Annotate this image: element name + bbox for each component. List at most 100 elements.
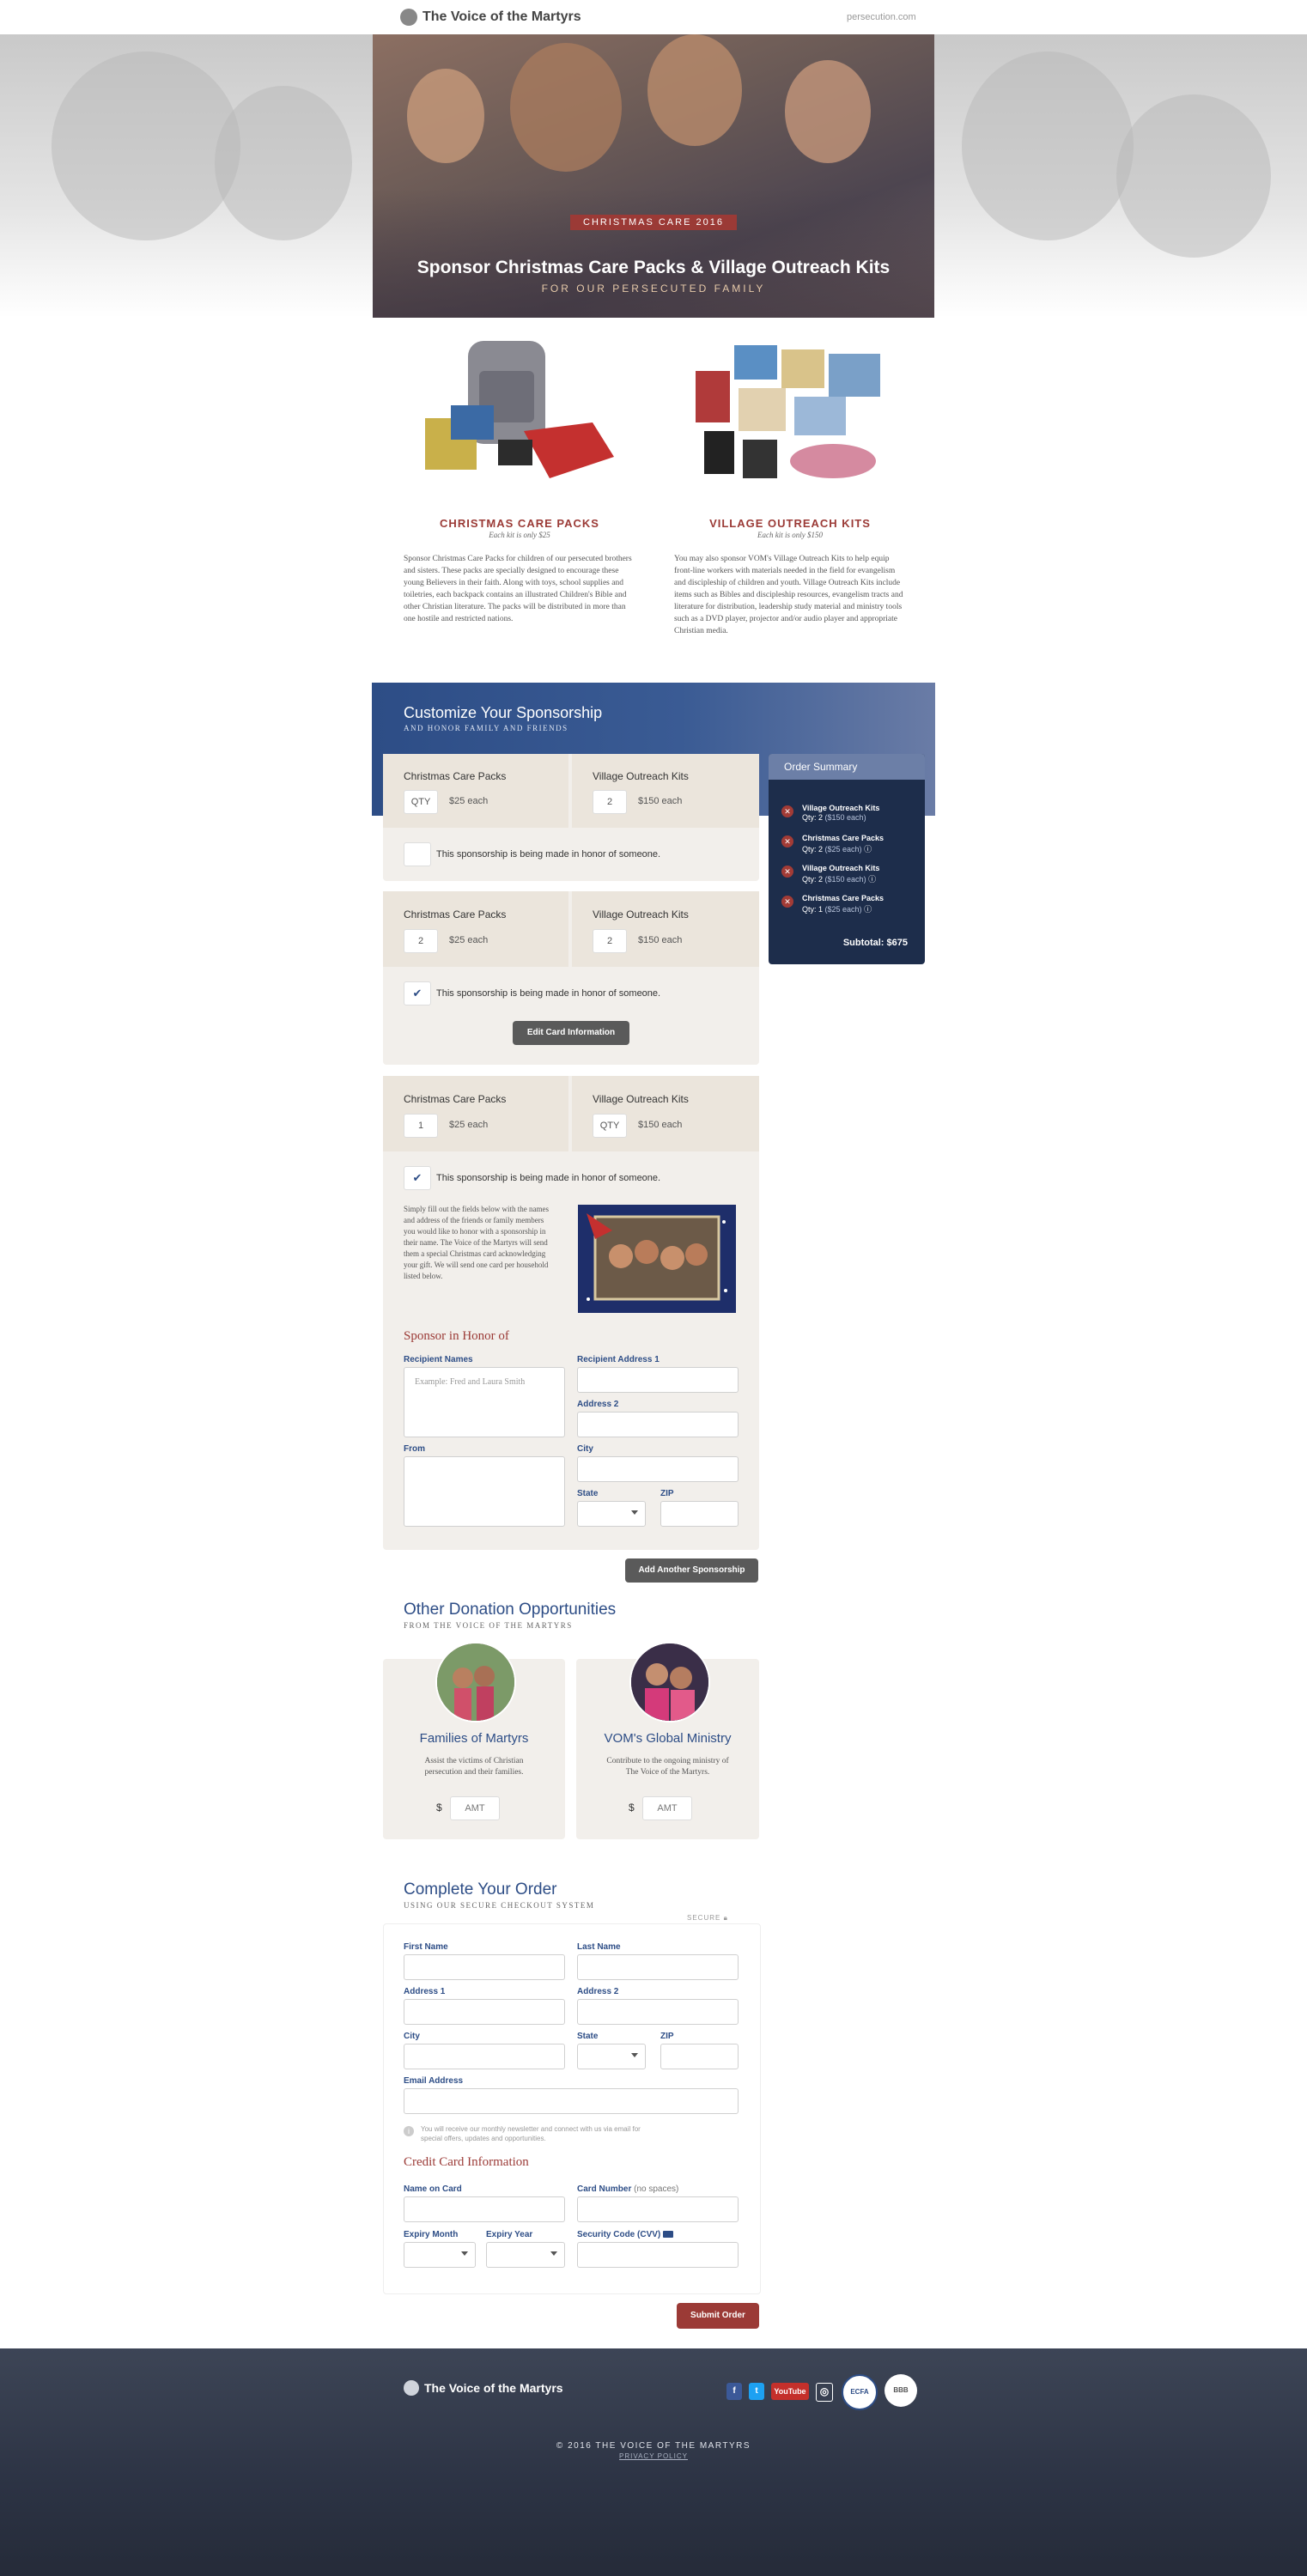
care-pack-label: Christmas Care Packs — [404, 1093, 507, 1105]
email-field[interactable] — [404, 2088, 739, 2114]
submit-order-button[interactable]: Submit Order — [677, 2303, 759, 2329]
outreach-kit-label: Village Outreach Kits — [593, 770, 689, 782]
donation-title-global: VOM's Global Ministry — [604, 1731, 732, 1746]
hero-subtitle: FOR OUR PERSECUTED FAMILY — [541, 283, 766, 295]
edit-card-button[interactable]: Edit Card Information — [513, 1021, 629, 1045]
outreach-kit-label: Village Outreach Kits — [593, 908, 689, 920]
card-number-field[interactable] — [577, 2196, 739, 2222]
address1-field[interactable] — [404, 1999, 565, 2025]
honor-label: This sponsorship is being made in honor … — [436, 988, 661, 999]
state-select[interactable] — [577, 1501, 646, 1527]
address2-field[interactable] — [577, 1412, 739, 1437]
care-pack-label: Christmas Care Packs — [404, 908, 507, 920]
zip-field[interactable] — [660, 1501, 739, 1527]
chevron-down-icon — [461, 2251, 468, 2256]
recipient-address1-field[interactable] — [577, 1367, 739, 1393]
honor-instructions: Simply fill out the fields below with th… — [404, 1205, 549, 1280]
from-field[interactable] — [404, 1456, 565, 1527]
care-pack-qty-input[interactable]: QTY — [404, 790, 438, 814]
state-select[interactable] — [577, 2044, 646, 2069]
address2-field[interactable] — [577, 1999, 739, 2025]
recipient-names-placeholder: Example: Fred and Laura Smith — [415, 1377, 526, 1387]
info-icon: ⓘ — [864, 845, 872, 854]
currency-symbol: $ — [629, 1801, 635, 1814]
last-name-field[interactable] — [577, 1954, 739, 1980]
outreach-kit-each: $150 each — [638, 935, 683, 945]
outreach-kit-each: $150 each — [638, 796, 683, 806]
city-field[interactable] — [404, 2044, 565, 2069]
christmas-card-image — [578, 1205, 736, 1313]
chevron-down-icon — [550, 2251, 557, 2256]
twitter-icon[interactable]: t — [749, 2383, 764, 2400]
honor-checkbox[interactable]: ✔ — [404, 1166, 431, 1190]
card-number-label: Card Number (no spaces) — [577, 2184, 679, 2194]
name-on-card-label: Name on Card — [404, 2184, 462, 2194]
care-pack-qty-input[interactable]: 1 — [404, 1114, 438, 1138]
donation-desc-global: Contribute to the ongoing ministry of Th… — [606, 1757, 729, 1777]
remove-item-icon[interactable]: ✕ — [781, 805, 793, 817]
customize-title: Customize Your Sponsorship — [404, 704, 603, 721]
donations-subtitle: FROM THE VOICE OF THE MARTYRS — [404, 1621, 573, 1630]
remove-item-icon[interactable]: ✕ — [781, 866, 793, 878]
remove-item-icon[interactable]: ✕ — [781, 896, 793, 908]
summary-item-qty: Qty: 1 ($25 each) ⓘ — [802, 905, 872, 914]
donation-desc-families: Assist the victims of Christian persecut… — [424, 1757, 524, 1777]
honor-checkbox[interactable] — [404, 842, 431, 866]
customize-subtitle: AND HONOR FAMILY AND FRIENDS — [404, 724, 568, 732]
honor-checkbox[interactable]: ✔ — [404, 981, 431, 1005]
first-name-field[interactable] — [404, 1954, 565, 1980]
footer — [0, 2348, 1307, 2576]
subtotal: Subtotal: $675 — [842, 938, 908, 948]
families-amount-input[interactable]: AMT — [450, 1796, 500, 1820]
ecfa-badge-icon[interactable]: ECFA — [842, 2374, 878, 2410]
cvv-field[interactable] — [577, 2242, 739, 2268]
outreach-kit-each: $150 each — [638, 1120, 683, 1130]
zip-field[interactable] — [660, 2044, 739, 2069]
site-link[interactable]: persecution.com — [847, 12, 916, 22]
footer-logo[interactable]: The Voice of the Martyrs — [404, 2380, 563, 2396]
facebook-icon[interactable]: f — [726, 2383, 742, 2400]
outreach-kit-qty-input[interactable]: 2 — [593, 790, 627, 814]
expiry-month-select[interactable] — [404, 2242, 476, 2268]
remove-item-icon[interactable]: ✕ — [781, 835, 793, 848]
care-pack-price: Each kit is only $25 — [489, 531, 550, 539]
city-label: City — [404, 2032, 420, 2041]
state-label: State — [577, 2032, 599, 2041]
care-pack-label: Christmas Care Packs — [404, 770, 507, 782]
credit-card-icon — [663, 2231, 674, 2239]
logo-text: The Voice of the Martyrs — [422, 9, 581, 24]
global-ministry-photo — [629, 1642, 710, 1722]
outreach-kit-title: VILLAGE OUTREACH KITS — [709, 517, 871, 530]
add-sponsorship-button[interactable]: Add Another Sponsorship — [625, 1558, 758, 1583]
name-on-card-field[interactable] — [404, 2196, 565, 2222]
summary-item-qty: Qty: 2 ($150 each) ⓘ — [802, 875, 877, 884]
instagram-icon[interactable]: ◎ — [816, 2383, 833, 2402]
state-label: State — [577, 1489, 599, 1498]
outreach-kit-qty-input[interactable]: QTY — [593, 1114, 627, 1138]
city-field[interactable] — [577, 1456, 739, 1482]
summary-item-qty: Qty: 2 ($25 each) ⓘ — [802, 845, 872, 854]
global-amount-input[interactable]: AMT — [642, 1796, 692, 1820]
care-pack-qty-input[interactable]: 2 — [404, 929, 438, 953]
zip-label: ZIP — [660, 1489, 674, 1498]
checkout-title: Complete Your Order — [404, 1880, 557, 1899]
expiry-year-select[interactable] — [486, 2242, 565, 2268]
summary-item-name: Christmas Care Packs — [802, 834, 885, 842]
summary-item-name: Village Outreach Kits — [802, 864, 880, 872]
copyright: © 2016 THE VOICE OF THE MARTYRS — [556, 2441, 751, 2451]
address2-label: Address 2 — [577, 1400, 619, 1409]
logo-emblem-icon — [404, 2380, 419, 2396]
outreach-kit-label: Village Outreach Kits — [593, 1093, 689, 1105]
bbb-badge-icon[interactable]: BBB — [885, 2374, 917, 2407]
address1-label: Address 1 — [404, 1987, 446, 1996]
youtube-icon[interactable]: YouTube — [771, 2383, 809, 2400]
outreach-kit-qty-input[interactable]: 2 — [593, 929, 627, 953]
summary-item-qty: Qty: 2 ($150 each) — [802, 813, 866, 822]
privacy-policy-link[interactable]: PRIVACY POLICY — [0, 2452, 1307, 2460]
order-summary-title: Order Summary — [769, 754, 925, 780]
info-icon: ⓘ — [864, 905, 872, 914]
outreach-kit-price: Each kit is only $150 — [757, 531, 823, 539]
logo[interactable]: The Voice of the Martyrs — [400, 9, 581, 26]
credit-card-title: Credit Card Information — [404, 2155, 529, 2169]
checkout-subtitle: USING OUR SECURE CHECKOUT SYSTEM — [404, 1901, 595, 1910]
